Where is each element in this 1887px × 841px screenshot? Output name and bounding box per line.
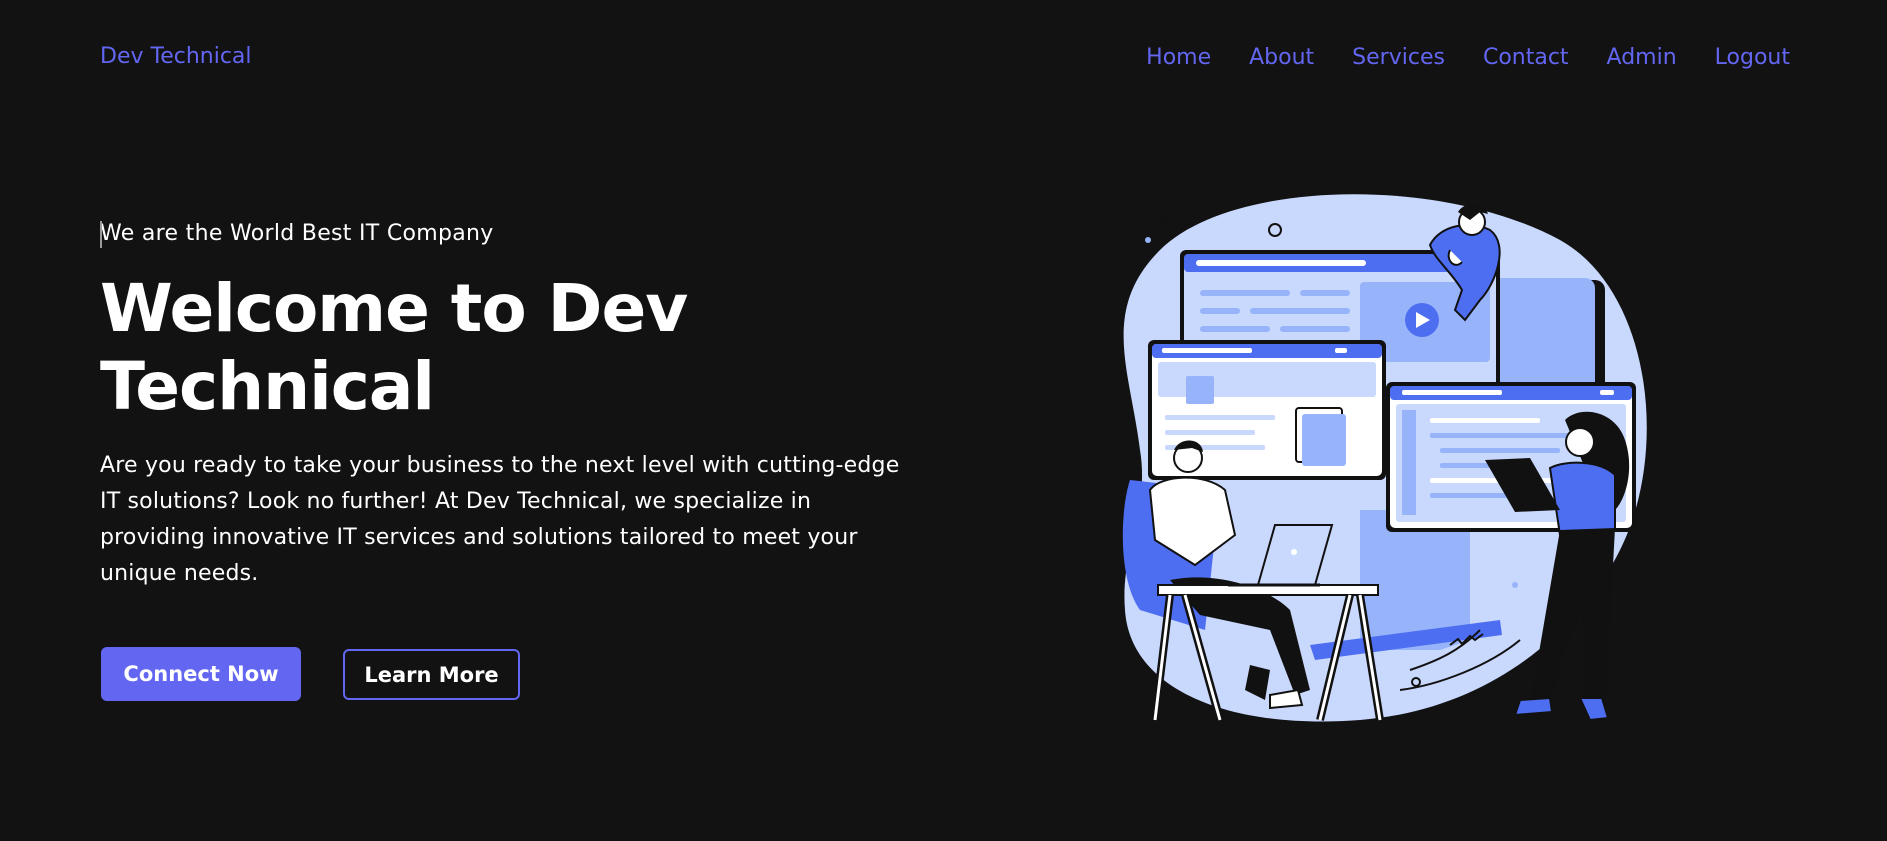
hero-description: Are you ready to take your business to t…	[100, 453, 900, 586]
brand-logo-link[interactable]: Dev Technical	[100, 44, 252, 69]
hero-title: Welcome to Dev Technical	[100, 270, 688, 425]
sparkle	[1579, 239, 1589, 249]
deco-dot	[1145, 237, 1151, 243]
nav-about[interactable]: About	[1249, 45, 1314, 70]
hero-illustration	[1122, 194, 1647, 722]
deco-dot-2	[1161, 216, 1169, 224]
shoe-left	[1513, 696, 1554, 717]
nav-logout[interactable]: Logout	[1715, 45, 1790, 70]
standing-person-head	[1565, 427, 1595, 457]
shoe-right	[1578, 697, 1610, 722]
landing-page: Dev Technical Home About Services Contac…	[0, 0, 1887, 841]
main-nav: Home About Services Contact Admin Logout	[1146, 45, 1790, 70]
nav-services[interactable]: Services	[1352, 45, 1445, 70]
text-caret	[100, 221, 102, 248]
learn-more-button[interactable]: Learn More	[343, 649, 520, 700]
hero-tagline: We are the World Best IT Company	[100, 221, 494, 246]
connect-now-button[interactable]: Connect Now	[101, 647, 301, 701]
nav-admin[interactable]: Admin	[1607, 45, 1677, 70]
nav-home[interactable]: Home	[1146, 45, 1211, 70]
standing-person-torso	[1548, 461, 1616, 537]
nav-contact[interactable]: Contact	[1483, 45, 1569, 70]
